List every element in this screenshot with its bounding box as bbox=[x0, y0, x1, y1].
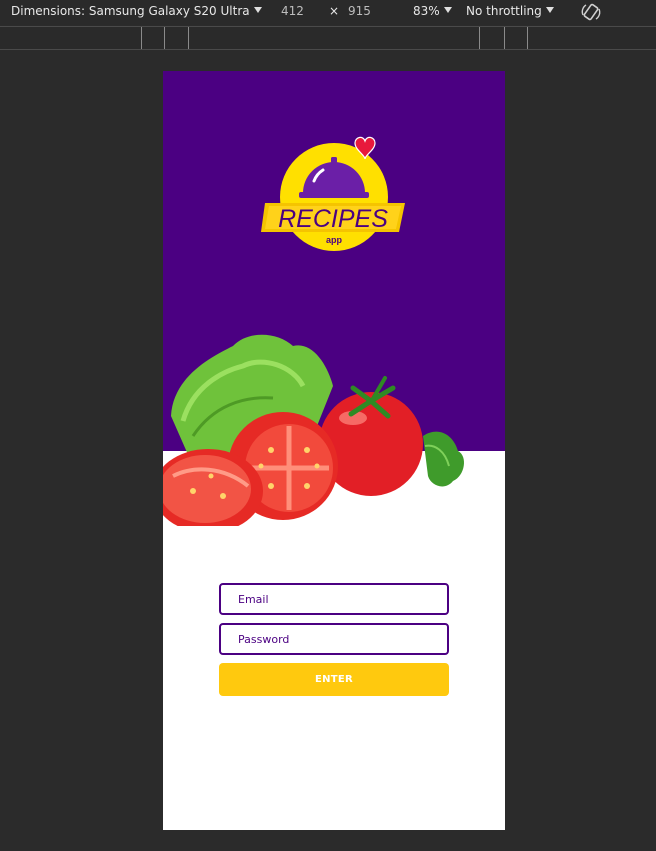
zoom-label: 83% bbox=[413, 4, 440, 18]
email-input[interactable] bbox=[219, 583, 449, 615]
chevron-down-icon bbox=[545, 7, 554, 13]
ruler-tick bbox=[164, 27, 165, 49]
throttling-selector[interactable]: No throttling bbox=[466, 4, 554, 18]
device-viewport: RECIPES app ENTER bbox=[163, 71, 505, 830]
rotate-icon[interactable] bbox=[580, 1, 602, 23]
enter-button[interactable]: ENTER bbox=[219, 663, 449, 696]
throttling-label: No throttling bbox=[466, 4, 542, 18]
password-input[interactable] bbox=[219, 623, 449, 655]
chevron-down-icon bbox=[443, 7, 452, 13]
vegetables-image bbox=[163, 334, 465, 526]
ruler-tick bbox=[504, 27, 505, 49]
media-query-ruler bbox=[0, 26, 656, 50]
login-form: ENTER bbox=[219, 583, 449, 696]
device-selector[interactable]: Dimensions: Samsung Galaxy S20 Ultra bbox=[11, 4, 262, 18]
devtools-device-toolbar: Dimensions: Samsung Galaxy S20 Ultra 412… bbox=[0, 0, 656, 25]
height-input[interactable]: 915 bbox=[348, 4, 371, 18]
chevron-down-icon bbox=[253, 7, 262, 13]
recipes-logo: RECIPES app bbox=[261, 136, 405, 251]
device-dimensions-label: Dimensions: Samsung Galaxy S20 Ultra bbox=[11, 4, 250, 18]
ruler-tick bbox=[479, 27, 480, 49]
width-input[interactable]: 412 bbox=[281, 4, 304, 18]
times-separator: × bbox=[329, 4, 340, 18]
ruler-tick bbox=[188, 27, 189, 49]
logo-subtitle-text: app bbox=[326, 235, 343, 245]
ruler-tick bbox=[141, 27, 142, 49]
zoom-selector[interactable]: 83% bbox=[413, 4, 452, 18]
ruler-tick bbox=[527, 27, 528, 49]
logo-title-text: RECIPES bbox=[278, 205, 388, 233]
